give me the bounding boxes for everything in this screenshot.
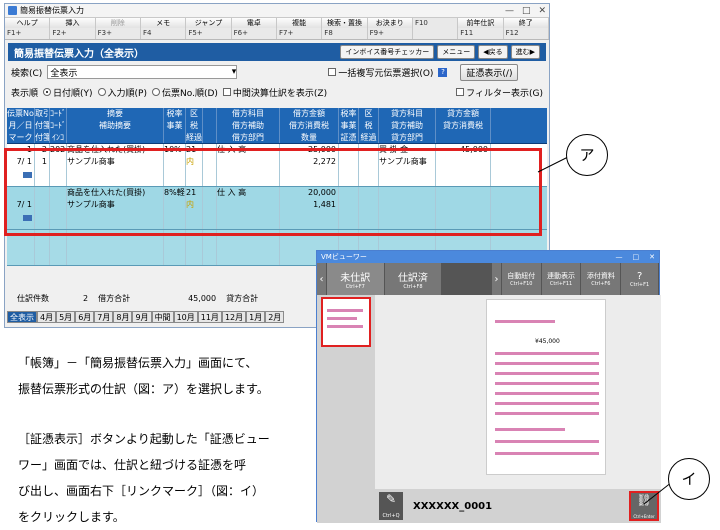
col-header: 摘要 補助摘要	[67, 108, 164, 143]
minimize-icon[interactable]: —	[505, 6, 514, 16]
viewer-titlebar: VMビューワー — □ ✕	[317, 251, 659, 263]
minimize-icon[interactable]: —	[616, 253, 623, 261]
bulk-copy-checkbox[interactable]: 一括複写元伝票選択(O)	[328, 66, 433, 79]
tab-month[interactable]: 5月	[56, 311, 76, 323]
thumbnail-panel	[317, 295, 375, 523]
fkey-prev-year-button[interactable]: 前年仕訳 F11	[458, 18, 504, 39]
col-header: 税率 事業 証憑	[339, 108, 359, 143]
window-titlebar: 簡易振替伝票入力 — □ ✕	[5, 4, 549, 18]
highlight-entry-box	[4, 148, 542, 236]
maximize-icon[interactable]: □	[522, 6, 531, 16]
maximize-icon[interactable]: □	[633, 253, 640, 261]
close-icon[interactable]: ✕	[649, 253, 655, 261]
col-header: 貸方科目 貸方補助 貸方部門	[379, 108, 436, 143]
chevron-down-icon: ▾	[231, 67, 237, 77]
order-slip-radio[interactable]: 伝票No.順(D)	[152, 86, 218, 99]
tab-month[interactable]: 6月	[75, 311, 95, 323]
filter-checkbox[interactable]: フィルター表示(G)	[456, 86, 543, 99]
col-header: 貸方金額 貸方消費税	[436, 108, 491, 143]
chevron-right-icon[interactable]: ›	[491, 263, 502, 295]
col-header: ｺｰﾄﾞ ｺｰﾄﾞ ｲﾝｺ	[50, 108, 67, 143]
order-label: 表示順	[11, 88, 39, 99]
col-header: 借方金額 借方消費税 数量	[280, 108, 339, 143]
invoice-page[interactable]: ¥45,000	[486, 299, 606, 475]
thumbnail-selected[interactable]	[321, 297, 371, 347]
order-row: 表示順 日付順(Y) 入力順(P) 伝票No.順(D) 中間決算仕訳を表示(Z)…	[5, 83, 549, 101]
description-step2: ［証憑表示］ボタンより起動した「証憑ビュー ワー」画面では、仕訳と紐づける証憑を…	[18, 432, 270, 524]
tab-month[interactable]: 12月	[221, 311, 247, 323]
window-title: 簡易振替伝票入力	[20, 6, 84, 15]
forward-button[interactable]: 進む▶	[510, 45, 540, 59]
tab-month[interactable]: 2月	[265, 311, 285, 323]
col-header: 税率 事業	[164, 108, 186, 143]
midterm-checkbox[interactable]: 中間決算仕訳を表示(Z)	[222, 86, 327, 99]
col-header: 区税経過	[359, 108, 379, 143]
fkey-insert-button[interactable]: 挿入 F2+	[50, 18, 96, 39]
order-date-radio[interactable]: 日付順(Y)	[43, 86, 93, 99]
col-header: 取引付箋1付箋2	[35, 108, 50, 143]
viewer-footer: ✎ Ctrl+Q XXXXXX_0001 ⛓ Ctrl+Enter	[375, 489, 661, 523]
help-icon[interactable]: ?	[438, 67, 448, 77]
tab-unlinked[interactable]: 未仕訳 Ctrl+F7	[326, 263, 385, 295]
invoice-amount: ¥45,000	[535, 338, 560, 345]
search-row: 検索(C) 全表示 ▾ 一括複写元伝票選択(O) ? 証憑表示(/)	[5, 63, 549, 81]
app-icon	[8, 6, 17, 15]
fkey-calc-button[interactable]: 電卓 F6+	[231, 18, 277, 39]
screen-header: 簡易振替伝票入力（全表示） インボイス番号チェッカー メニュー ◀戻る 進む▶	[8, 43, 546, 61]
tab-month[interactable]: 7月	[94, 311, 114, 323]
grid-header: 伝票No.月／日マーク 取引付箋1付箋2 ｺｰﾄﾞｺｰﾄﾞｲﾝｺ 摘要補助摘要 …	[7, 108, 547, 144]
tab-midterm[interactable]: 中間	[151, 311, 174, 323]
viewer-title: VMビューワー	[321, 253, 367, 261]
tab-month[interactable]: 1月	[246, 311, 266, 323]
invoice-checker-button[interactable]: インボイス番号チェッカー	[340, 45, 435, 59]
fkey-search-replace-button[interactable]: 検索・置換 F8	[322, 18, 368, 39]
col-header: 借方科目 借方補助 借方部門	[217, 108, 280, 143]
fkey-jump-button[interactable]: ジャンプ F5+	[186, 18, 232, 39]
tab-all[interactable]: 全表示	[7, 311, 37, 323]
chevron-left-icon[interactable]: ‹	[317, 263, 327, 295]
fkey-help-button[interactable]: ヘルプ F1+	[5, 18, 51, 39]
viewer-toolbar: ‹ 未仕訳 Ctrl+F7 仕訳済 Ctrl+F8 › 自動紐付 Ctrl+F10 連…	[317, 263, 659, 295]
fkey-multi-button[interactable]: 複能 F7+	[276, 18, 323, 39]
evidence-display-button[interactable]: 証憑表示(/)	[460, 63, 519, 81]
close-icon[interactable]: ✕	[538, 6, 546, 16]
screen-title: 簡易振替伝票入力（全表示）	[14, 48, 144, 60]
fkey-exit-button[interactable]: 終了 F12	[503, 18, 549, 39]
document-name: XXXXXX_0001	[413, 500, 493, 512]
tab-month[interactable]: 10月	[173, 311, 198, 323]
fkey-template-button[interactable]: お決まり F9+	[367, 18, 413, 39]
order-input-radio[interactable]: 入力順(P)	[97, 86, 147, 99]
tab-month[interactable]: 9月	[132, 311, 152, 323]
fkey-memo-button[interactable]: メモ F4	[140, 18, 187, 39]
search-label: 検索(C)	[11, 68, 43, 79]
evidence-viewer-window: VMビューワー — □ ✕ ‹ 未仕訳 Ctrl+F7 仕訳済 Ctrl+F8 › 自動…	[316, 250, 661, 523]
col-header: 伝票No. 月／日 マーク	[7, 108, 35, 143]
function-key-bar: ヘルプ F1+ 挿入 F2+ 削除 F3+ メモ F4 ジャンプ F5+ 電卓 F6+ 複能…	[5, 18, 549, 40]
search-select[interactable]: 全表示 ▾	[47, 65, 238, 79]
tab-month[interactable]: 11月	[197, 311, 222, 323]
help-button[interactable]: ? Ctrl+F1	[621, 263, 659, 295]
document-preview: ¥45,000	[375, 295, 661, 489]
attachment-button[interactable]: 添付資料 Ctrl+F6	[581, 263, 622, 295]
linked-display-button[interactable]: 連動表示 Ctrl+F11	[541, 263, 582, 295]
toolbar-spacer	[442, 263, 492, 295]
menu-button[interactable]: メニュー	[437, 45, 476, 59]
help-icon: ?	[636, 270, 643, 282]
fkey-delete-button[interactable]: 削除 F3+	[95, 18, 141, 39]
back-button[interactable]: ◀戻る	[478, 45, 508, 59]
auto-link-button[interactable]: 自動紐付 Ctrl+F10	[501, 263, 542, 295]
month-tabs: 全表示 4月 5月 6月 7月 8月 9月 中間 10月 11月 12月 1月 …	[7, 311, 285, 323]
pin-icon[interactable]: ✎ Ctrl+Q	[379, 492, 403, 520]
callout-i: イ	[668, 458, 710, 500]
col-header	[203, 108, 217, 143]
tab-month[interactable]: 8月	[113, 311, 133, 323]
tab-linked[interactable]: 仕訳済 Ctrl+F8	[384, 263, 443, 295]
callout-a: ア	[566, 134, 608, 176]
col-header: 区税経過	[186, 108, 203, 143]
fkey-f10-button[interactable]: F10	[413, 18, 459, 39]
tab-month[interactable]: 4月	[37, 311, 57, 323]
description-step1: 「帳簿」－「簡易振替伝票入力」画面にて、 振替伝票形式の仕訳（図：ア）を選択しま…	[18, 356, 269, 396]
